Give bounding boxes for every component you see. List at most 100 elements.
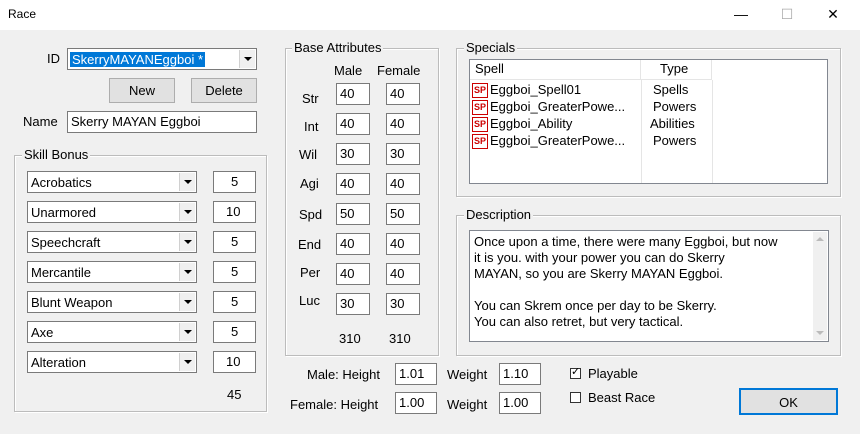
female-attribute-total: 310 (389, 331, 411, 346)
check-icon: ✓ (571, 366, 581, 378)
name-field[interactable]: Skerry MAYAN Eggboi (67, 111, 257, 133)
skill-combo[interactable]: Speechcraft (27, 231, 197, 253)
skill-combo[interactable]: Alteration (27, 351, 197, 373)
skill-bonus-value[interactable]: 10 (213, 351, 256, 373)
description-line: MAYAN, so you are Skerry MAYAN Eggboi. (474, 266, 724, 281)
skill-bonus-value[interactable]: 5 (213, 321, 256, 343)
skill-bonus-value[interactable]: 5 (213, 291, 256, 313)
skill-name: Alteration (31, 355, 86, 370)
male-attribute-field[interactable]: 30 (336, 143, 370, 165)
spell-name: Eggboi_Ability (490, 116, 573, 131)
female-attribute-field[interactable]: 50 (386, 203, 420, 225)
skill-bonus-value[interactable]: 5 (213, 231, 256, 253)
skill-combo[interactable]: Axe (27, 321, 197, 343)
spell-name: Eggboi_GreaterPowe... (490, 133, 626, 148)
skill-bonus-value[interactable]: 5 (213, 261, 256, 283)
type-column-header[interactable]: Type (641, 60, 712, 80)
male-height-field[interactable]: 1.01 (395, 363, 437, 385)
beast-race-label: Beast Race (588, 390, 656, 405)
attribute-label: Wil (299, 147, 318, 162)
female-attribute-field[interactable]: 40 (386, 83, 420, 105)
male-attribute-field[interactable]: 40 (336, 113, 370, 135)
description-line: it is you. with your power you can do Sk… (474, 250, 725, 265)
female-attribute-field[interactable]: 30 (386, 143, 420, 165)
spell-icon: SP (472, 100, 488, 116)
specials-title: Specials (464, 40, 518, 55)
minimize-button[interactable]: — (718, 0, 764, 30)
beast-race-checkbox[interactable] (570, 392, 581, 403)
description-scrollbar[interactable] (813, 232, 827, 340)
chevron-down-icon[interactable] (179, 323, 195, 341)
specials-list[interactable]: Spell Type SP Eggboi_Spell01 Spells SP Egg… (469, 59, 828, 184)
scroll-down-icon[interactable] (816, 331, 824, 335)
male-attribute-field[interactable]: 40 (336, 173, 370, 195)
close-button[interactable]: ✕ (810, 0, 856, 30)
female-weight-label: Weight (447, 397, 488, 412)
ok-button[interactable]: OK (739, 388, 838, 415)
male-attribute-field[interactable]: 30 (336, 293, 370, 315)
chevron-down-icon[interactable] (179, 203, 195, 221)
skill-combo[interactable]: Mercantile (27, 261, 197, 283)
chevron-down-icon[interactable] (179, 353, 195, 371)
male-attribute-field[interactable]: 40 (336, 263, 370, 285)
skill-name: Axe (31, 325, 54, 340)
id-combo[interactable]: SkerryMAYANEggboi * (67, 48, 257, 70)
id-value: SkerryMAYANEggboi * (70, 52, 206, 67)
male-attribute-field[interactable]: 50 (336, 203, 370, 225)
attribute-label: Luc (299, 293, 320, 308)
male-weight-field[interactable]: 1.10 (499, 363, 541, 385)
description-line: You can Skrem once per day to be Skerry. (474, 298, 717, 313)
list-item[interactable]: SP Eggboi_GreaterPowe... (472, 98, 625, 116)
spell-column-header[interactable]: Spell (470, 60, 641, 80)
male-attribute-field[interactable]: 40 (336, 83, 370, 105)
female-weight-field[interactable]: 1.00 (499, 392, 541, 414)
chevron-down-icon[interactable] (179, 233, 195, 251)
female-attribute-field[interactable]: 40 (386, 173, 420, 195)
list-item[interactable]: SP Eggboi_Spell01 (472, 81, 581, 99)
description-line: Once upon a time, there were many Eggboi… (474, 234, 778, 249)
attribute-label: End (298, 237, 322, 252)
spell-type: Spells (653, 82, 689, 97)
attribute-label: Per (300, 265, 321, 280)
chevron-down-icon[interactable] (179, 263, 195, 281)
skill-combo[interactable]: Unarmored (27, 201, 197, 223)
description-text: Once upon a time, there were many Eggboi… (474, 234, 778, 330)
list-item[interactable]: SP Eggboi_Ability (472, 115, 573, 133)
description-textarea[interactable]: Once upon a time, there were many Eggboi… (469, 230, 829, 342)
chevron-down-icon[interactable] (179, 173, 195, 191)
column-divider (712, 80, 713, 183)
female-attribute-field[interactable]: 40 (386, 263, 420, 285)
female-height-field[interactable]: 1.00 (395, 392, 437, 414)
list-item[interactable]: SP Eggboi_GreaterPowe... (472, 132, 626, 150)
attribute-label: Str (302, 91, 319, 106)
new-button[interactable]: New (109, 78, 175, 103)
male-height-label: Male: Height (307, 367, 380, 382)
spell-type: Powers (653, 133, 697, 148)
female-attribute-field[interactable]: 40 (386, 113, 420, 135)
skill-bonus-value[interactable]: 10 (213, 201, 256, 223)
female-attribute-field[interactable]: 30 (386, 293, 420, 315)
male-attribute-field[interactable]: 40 (336, 233, 370, 255)
description-line (474, 282, 778, 298)
skill-bonus-total: 45 (227, 387, 242, 402)
chevron-down-icon[interactable] (179, 293, 195, 311)
attribute-label: Agi (300, 176, 319, 191)
female-height-label: Female: Height (290, 397, 379, 412)
skill-bonus-value[interactable]: 5 (213, 171, 256, 193)
spell-icon: SP (472, 117, 488, 133)
maximize-button[interactable]: ☐ (764, 0, 810, 30)
playable-label: Playable (588, 366, 638, 381)
window-title: Race (8, 7, 37, 21)
skill-combo[interactable]: Acrobatics (27, 171, 197, 193)
playable-checkbox[interactable]: ✓ (570, 366, 581, 379)
title-bar: Race — ☐ ✕ (0, 0, 860, 30)
female-attribute-field[interactable]: 40 (386, 233, 420, 255)
spell-type: Powers (653, 99, 697, 114)
skill-name: Speechcraft (31, 235, 101, 250)
male-attribute-total: 310 (339, 331, 361, 346)
skill-name: Unarmored (31, 205, 97, 220)
delete-button[interactable]: Delete (191, 78, 257, 103)
chevron-down-icon[interactable] (239, 50, 255, 68)
skill-combo[interactable]: Blunt Weapon (27, 291, 197, 313)
scroll-up-icon[interactable] (816, 237, 824, 241)
